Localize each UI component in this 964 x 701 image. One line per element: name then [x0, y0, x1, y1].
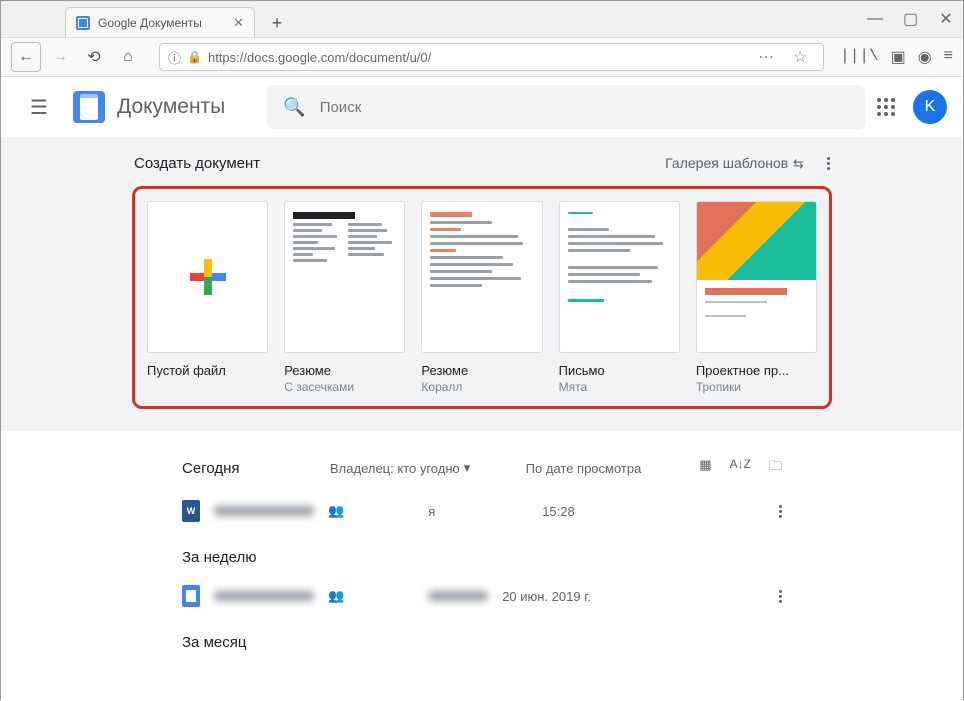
window-minimize-icon[interactable]: — [867, 10, 881, 28]
library-icon[interactable]: |||\ [840, 47, 878, 67]
browser-titlebar: Google Документы ✕ + — ▢ ✕ [1, 1, 963, 37]
templates-row: Пустой файл Резюме С засечками Резюме Ко… [132, 186, 832, 409]
document-owner: я [428, 504, 528, 519]
sort-az-icon[interactable]: A↓Z [730, 457, 751, 479]
new-tab-button[interactable]: + [263, 9, 291, 37]
app-header: ☰ Документы 🔍 K [1, 77, 963, 137]
tab-favicon-icon [76, 16, 90, 30]
section-today: Сегодня [182, 460, 312, 477]
browser-tab[interactable]: Google Документы ✕ [65, 7, 255, 37]
docs-logo-icon[interactable] [73, 91, 105, 123]
window-maximize-icon[interactable]: ▢ [903, 9, 917, 29]
template-sub: Мята [559, 380, 680, 394]
browser-menu-icon[interactable]: ≡ [944, 47, 953, 67]
bookmark-icon[interactable]: ☆ [785, 42, 815, 72]
reload-button[interactable]: ⟲ [79, 42, 109, 72]
tab-title: Google Документы [98, 16, 202, 30]
address-bar[interactable]: ⓘ 🔒 https://docs.google.com/document/u/0… [159, 43, 824, 71]
dots-icon[interactable]: ⋯ [751, 42, 781, 72]
gdoc-file-icon [182, 585, 200, 607]
url-text: https://docs.google.com/document/u/0/ [208, 50, 431, 65]
document-name [214, 591, 314, 601]
template-sub: Коралл [421, 380, 542, 394]
window-close-icon[interactable]: ✕ [939, 9, 953, 29]
create-document-label: Создать документ [134, 155, 260, 172]
lock-icon: 🔒 [187, 50, 202, 64]
dropdown-icon: ▾ [464, 460, 471, 476]
template-name: Резюме [421, 363, 542, 378]
back-button[interactable]: ← [11, 42, 41, 72]
owner-filter[interactable]: Владелец: кто угодно ▾ [330, 460, 470, 476]
apps-grid-icon[interactable] [877, 98, 895, 116]
app-title: Документы [117, 95, 225, 119]
word-file-icon: W [182, 500, 200, 522]
template-gallery-button[interactable]: Галерея шаблонов ⇵ [665, 155, 803, 172]
tab-close-icon[interactable]: ✕ [233, 15, 244, 31]
folder-icon[interactable]: 🗀 [769, 457, 782, 479]
search-input[interactable] [320, 99, 849, 116]
template-project-tropic[interactable]: Проектное пр... Тропики [696, 201, 817, 394]
list-header: Сегодня Владелец: кто угодно ▾ По дате п… [182, 449, 782, 487]
row-more-icon[interactable] [779, 590, 782, 603]
search-box[interactable]: 🔍 [267, 85, 865, 129]
template-name: Пустой файл [147, 363, 268, 378]
template-section: Создать документ Галерея шаблонов ⇵ Пуст… [1, 137, 963, 431]
shared-icon: 👥 [328, 503, 344, 519]
window-controls: — ▢ ✕ [867, 1, 953, 37]
template-name: Проектное пр... [696, 363, 817, 378]
grid-view-icon[interactable]: ▦ [699, 457, 711, 479]
section-week: За неделю [182, 549, 782, 566]
section-month: За месяц [182, 634, 782, 651]
sidebar-icon[interactable]: ▣ [891, 47, 906, 67]
search-icon: 🔍 [283, 97, 305, 118]
template-resume-coral[interactable]: Резюме Коралл [421, 201, 542, 394]
page-content: ☰ Документы 🔍 K Создать документ Галерея… [1, 77, 963, 701]
forward-button[interactable]: → [45, 42, 75, 72]
avatar[interactable]: K [913, 90, 947, 124]
blank-thumb [147, 201, 268, 353]
info-icon[interactable]: ⓘ [168, 48, 181, 67]
document-owner [428, 591, 488, 601]
unfold-icon: ⇵ [790, 159, 806, 170]
document-date: 15:28 [542, 504, 662, 519]
template-more-icon[interactable] [827, 157, 830, 170]
row-more-icon[interactable] [779, 505, 782, 518]
template-blank[interactable]: Пустой файл [147, 201, 268, 394]
shared-icon: 👥 [328, 588, 344, 604]
template-resume-serif[interactable]: Резюме С засечками [284, 201, 405, 394]
document-date: 20 июн. 2019 г. [502, 589, 622, 604]
template-name: Резюме [284, 363, 405, 378]
document-row[interactable]: 👥 20 июн. 2019 г. [182, 572, 782, 620]
hamburger-menu-icon[interactable]: ☰ [17, 95, 61, 120]
template-name: Письмо [559, 363, 680, 378]
document-list: Сегодня Владелец: кто угодно ▾ По дате п… [182, 449, 782, 651]
document-row[interactable]: W 👥 я 15:28 [182, 487, 782, 535]
template-letter-mint[interactable]: Письмо Мята [559, 201, 680, 394]
document-name [214, 506, 314, 516]
browser-toolbar: ← → ⟲ ⌂ ⓘ 🔒 https://docs.google.com/docu… [1, 37, 963, 77]
template-sub: Тропики [696, 380, 817, 394]
template-sub: С засечками [284, 380, 405, 394]
extension-icon[interactable]: ◉ [918, 47, 932, 67]
home-button[interactable]: ⌂ [113, 42, 143, 72]
sort-column[interactable]: По дате просмотра [526, 461, 642, 476]
